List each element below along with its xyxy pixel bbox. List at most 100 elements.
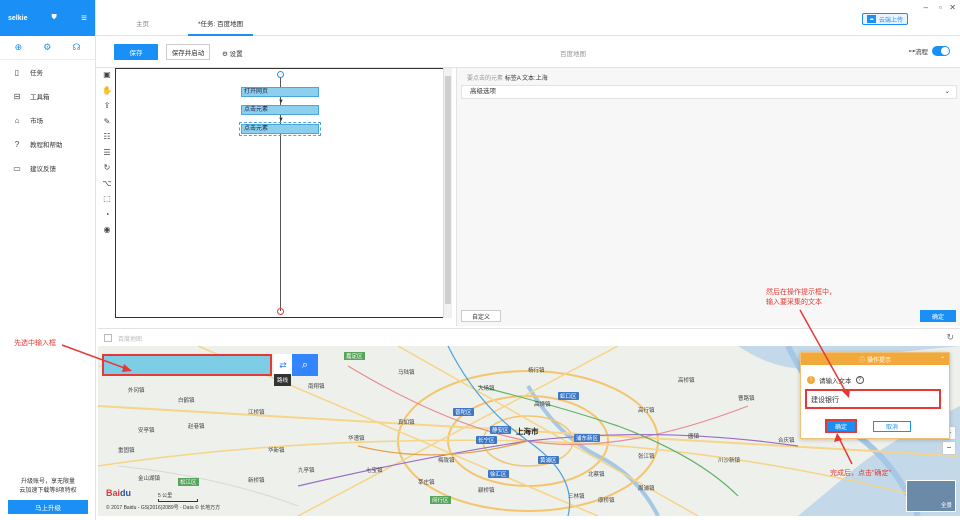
wait-tool-icon[interactable]: ◔ xyxy=(100,210,114,226)
sidebar-item-tasks[interactable]: ▯ 任务 xyxy=(0,60,95,84)
select-tool-icon[interactable]: ☷ xyxy=(100,132,114,148)
flow-label: 流程 xyxy=(915,49,928,56)
sidebar-item-label: 任务 xyxy=(30,70,43,77)
upgrade-button[interactable]: 马上升级 xyxy=(8,500,88,514)
help-icon: ? xyxy=(14,139,20,149)
file-icon: ▯ xyxy=(14,67,20,77)
add-icon[interactable]: ⊕ xyxy=(15,42,23,53)
extract-tool-icon[interactable]: ⇪ xyxy=(100,101,114,117)
input-text-tool-icon[interactable]: ✎ xyxy=(100,117,114,133)
annotation-click-ok: 完成后，点击"确定" xyxy=(830,470,891,477)
flow-switch[interactable] xyxy=(932,46,950,56)
map-label: 梅陇镇 xyxy=(438,458,455,464)
route-icon[interactable]: ⇄ xyxy=(274,354,292,376)
flow-step-click-2[interactable]: 点击元素 xyxy=(239,122,321,136)
flow-canvas[interactable]: 打开网页 ▼ 点击元素 ▼ 点击元素 xyxy=(115,68,445,318)
dialog-cancel-button[interactable]: 取消 xyxy=(873,421,911,432)
map-scale: 5 公里 xyxy=(158,492,198,502)
sidebar-item-feedback[interactable]: ▭ 建议反馈 xyxy=(0,156,95,180)
map-label: 合庆镇 xyxy=(778,438,795,444)
map-label: 安亭镇 xyxy=(138,428,155,434)
branch-tool-icon[interactable]: ⌥ xyxy=(100,179,114,195)
zoom-out-icon[interactable]: − xyxy=(942,441,956,455)
canvas-scrollbar[interactable] xyxy=(443,68,452,318)
map-label: 华新镇 xyxy=(268,448,285,454)
sidebar-item-label: 教程和帮助 xyxy=(30,142,63,149)
open-page-tool-icon[interactable]: ▣ xyxy=(100,70,114,86)
confirm-button[interactable]: 确定 xyxy=(920,310,956,322)
cursor-tool-icon[interactable]: ⬚ xyxy=(100,194,114,210)
map-label: 三林镇 xyxy=(568,494,585,500)
menu-icon[interactable]: ≡ xyxy=(81,13,87,24)
feedback-icon: ▭ xyxy=(13,163,21,173)
cloud-upload-button[interactable]: ☁ 云端上传 xyxy=(861,13,908,25)
headset-icon[interactable]: ☊ xyxy=(72,42,80,53)
map-district-badge: 嘉定区 xyxy=(344,352,365,360)
dialog-ok-button[interactable]: 确定 xyxy=(825,419,857,433)
map-label: 江桥镇 xyxy=(248,410,265,416)
map-label: 新桥镇 xyxy=(248,478,265,484)
settings-button[interactable]: ⚙ 设置 xyxy=(222,48,243,58)
properties-panel: 要点击的元素 标签A 文本:上海 高级选项 ⌄ 自定义 确定 xyxy=(456,68,960,326)
map-label: 张江镇 xyxy=(638,454,655,460)
info-icon: ⓘ xyxy=(858,357,865,364)
scrollbar-thumb[interactable] xyxy=(445,76,451,304)
click-tool-icon[interactable]: ✋ xyxy=(100,86,114,102)
map-district-badge: 闵行区 xyxy=(430,496,451,504)
map-label: 北蔡镇 xyxy=(588,472,605,478)
help-icon[interactable]: ? xyxy=(855,376,864,384)
minimize-icon[interactable]: – xyxy=(924,3,928,12)
maximize-icon[interactable]: ▫ xyxy=(939,3,942,12)
baidu-logo: Baidu xyxy=(106,488,132,498)
settings-label: 设置 xyxy=(229,51,243,58)
flow-toggle[interactable]: ⊶ 流程 xyxy=(909,46,950,56)
collapse-icon[interactable]: ⌃ xyxy=(940,356,945,363)
browser-url-bar[interactable]: 百度地图 ↻ xyxy=(98,328,960,346)
scale-label: 5 公里 xyxy=(158,493,173,499)
sidebar-item-market[interactable]: ⌂ 市场 xyxy=(0,108,95,132)
sidebar-item-help[interactable]: ? 教程和帮助 xyxy=(0,132,95,156)
chevron-down-icon: ⌄ xyxy=(944,88,950,95)
flow-step-open-page[interactable]: 打开网页 xyxy=(241,87,319,97)
map-search-button[interactable]: ⌕ xyxy=(292,354,318,376)
annotation-select-input: 先选中输入框 xyxy=(14,340,56,347)
save-and-start-button[interactable]: 保存并启动 xyxy=(166,44,210,60)
tab-task[interactable]: *任务: 百度地图 xyxy=(188,18,254,36)
dialog-title: 操作提示 xyxy=(867,357,892,364)
sidebar-item-toolbox[interactable]: ⊟ 工具箱 xyxy=(0,84,95,108)
url-text: 百度地图 xyxy=(118,337,143,343)
save-button[interactable]: 保存 xyxy=(114,44,158,60)
top-bar: 主页 *任务: 百度地图 ☁ 云端上传 – ▫ ✕ xyxy=(96,0,960,36)
element-info: 要点击的元素 标签A 文本:上海 xyxy=(467,73,548,82)
map-label: 大场镇 xyxy=(478,386,495,392)
refresh-icon[interactable]: ↻ xyxy=(946,332,954,343)
flow-step-click-1[interactable]: 点击元素 xyxy=(241,105,319,115)
loop-tool-icon[interactable]: ↻ xyxy=(100,163,114,179)
brand-bar: selkie ⛊ ≡ xyxy=(0,0,95,36)
scale-bar xyxy=(158,499,198,502)
mouse-hover-tool-icon[interactable]: ☰ xyxy=(100,148,114,164)
flow-start-icon xyxy=(277,71,284,78)
map-label: 九亭镇 xyxy=(298,468,315,474)
map-label: 颛桥镇 xyxy=(478,488,495,494)
map-district-badge: 徐汇区 xyxy=(488,470,509,478)
route-tooltip: 路线 xyxy=(274,374,292,386)
advanced-options[interactable]: 高级选项 ⌄ xyxy=(461,85,957,99)
panorama-thumbnail[interactable]: 全景 xyxy=(906,480,956,512)
map-search-input[interactable] xyxy=(102,354,272,376)
task-title: 百度地图 xyxy=(560,51,586,58)
gear-icon: ⚙ xyxy=(222,51,228,58)
sidebar-item-label: 工具箱 xyxy=(30,94,50,101)
close-icon[interactable]: ✕ xyxy=(949,3,956,12)
map-label: 华漕镇 xyxy=(348,436,365,442)
dialog-prompt-text: 请输入文本 xyxy=(819,378,852,385)
custom-button[interactable]: 自定义 xyxy=(461,310,501,322)
gear-icon[interactable]: ⚙ xyxy=(43,42,51,53)
map-city-label: 上海市 xyxy=(516,427,539,436)
annotation-enter-text-2: 输入要采集的文本 xyxy=(766,299,822,306)
dialog-text-input[interactable]: 建设银行 xyxy=(805,389,941,409)
cloud-upload-label: 云端上传 xyxy=(878,17,903,24)
tab-home[interactable]: 主页 xyxy=(136,18,149,28)
end-tool-icon[interactable]: ◉ xyxy=(100,225,114,241)
map-district-badge: 松江区 xyxy=(178,478,199,486)
